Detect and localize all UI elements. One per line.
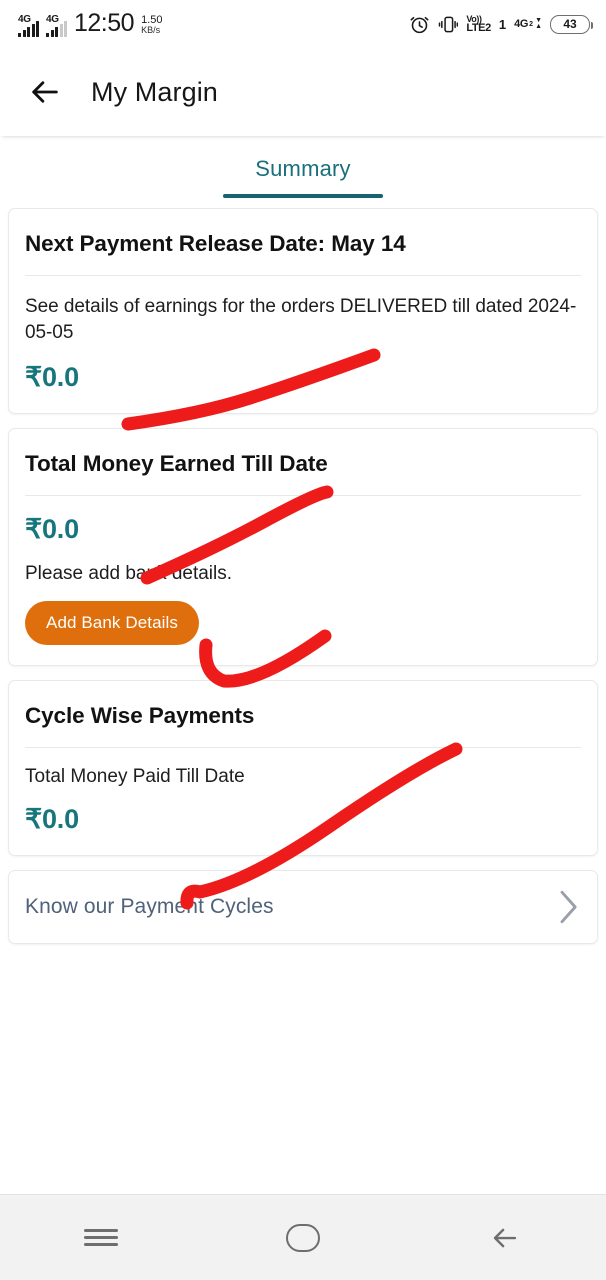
- total-paid-label: Total Money Paid Till Date: [25, 765, 245, 787]
- card-cycle-wise-payments: Cycle Wise Payments Total Money Paid Til…: [8, 679, 598, 856]
- card-body: See details of earnings for the orders D…: [25, 276, 581, 413]
- mobile-data-label: 4G: [514, 17, 529, 30]
- know-payment-cycles-label: Know our Payment Cycles: [25, 894, 274, 918]
- recents-button[interactable]: [65, 1210, 137, 1266]
- next-payment-description: See details of earnings for the orders D…: [25, 296, 577, 343]
- data-transfer-arrows-icon: ▼ ▲: [535, 17, 542, 30]
- battery-indicator: 43: [550, 14, 593, 34]
- sim1-network-label: 4G: [18, 14, 31, 25]
- status-bar: 4G 4G 12:50 1.50 KB/s Vo)) LTE2 1 4G 2 ▼…: [0, 0, 606, 48]
- tab-summary[interactable]: Summary: [223, 156, 383, 198]
- recents-icon: [84, 1225, 118, 1251]
- know-payment-cycles-row[interactable]: Know our Payment Cycles: [8, 869, 598, 944]
- network-speed-unit: KB/s: [141, 24, 161, 35]
- content-area: Summary Next Payment Release Date: May 1…: [0, 136, 606, 1194]
- total-earned-amount: ₹0.0: [25, 513, 79, 544]
- chevron-right-icon: [560, 890, 577, 923]
- add-bank-details-button[interactable]: Add Bank Details: [25, 600, 200, 645]
- app-bar: My Margin: [0, 48, 606, 136]
- volte-indicator: Vo)) LTE2: [466, 14, 491, 34]
- next-payment-amount: ₹0.0: [25, 361, 79, 392]
- phone-screen: 4G 4G 12:50 1.50 KB/s Vo)) LTE2 1 4G 2 ▼…: [0, 0, 606, 1280]
- back-arrow-icon[interactable]: [28, 75, 62, 109]
- battery-percent-label: 43: [563, 17, 577, 31]
- tab-summary-label: Summary: [255, 156, 351, 181]
- system-back-button[interactable]: [469, 1210, 541, 1266]
- card-body: ₹0.0 Please add bank details. Add Bank D…: [25, 496, 581, 665]
- vibrate-icon: [439, 16, 459, 32]
- sim-index-label: 1: [498, 16, 507, 32]
- card-title: Total Money Earned Till Date: [25, 450, 328, 476]
- signal-strength-sim2-icon: 4G: [46, 14, 67, 37]
- home-icon: [286, 1223, 320, 1252]
- card-next-payment-release: Next Payment Release Date: May 14 See de…: [8, 208, 598, 414]
- home-button[interactable]: [267, 1210, 339, 1266]
- total-paid-amount: ₹0.0: [25, 803, 79, 834]
- volte-bottom-label: LTE2: [466, 21, 491, 34]
- status-bar-right: Vo)) LTE2 1 4G 2 ▼ ▲ 43: [409, 14, 593, 35]
- card-title: Cycle Wise Payments: [25, 702, 255, 728]
- cards-container: Next Payment Release Date: May 14 See de…: [0, 208, 606, 944]
- tab-bar: Summary: [0, 136, 606, 208]
- tab-active-indicator: [223, 194, 383, 198]
- mobile-data-sub: 2: [529, 20, 534, 28]
- card-title: Next Payment Release Date: May 14: [25, 231, 406, 256]
- page-title: My Margin: [91, 76, 218, 107]
- mobile-data-indicator: 4G 2 ▼ ▲: [514, 17, 542, 30]
- bank-details-note: Please add bank details.: [25, 562, 233, 584]
- alarm-clock-icon: [410, 16, 429, 33]
- card-total-money-earned: Total Money Earned Till Date ₹0.0 Please…: [8, 427, 598, 666]
- signal-strength-sim1-icon: 4G: [18, 14, 39, 37]
- status-bar-left: 4G 4G 12:50 1.50 KB/s: [18, 11, 162, 37]
- back-arrow-icon: [493, 1228, 517, 1247]
- card-body: Total Money Paid Till Date ₹0.0: [25, 748, 581, 855]
- sim2-network-label: 4G: [46, 14, 59, 25]
- status-bar-clock: 12:50: [74, 9, 135, 37]
- system-navigation-bar: [0, 1194, 606, 1280]
- network-speed-indicator: 1.50 KB/s: [141, 14, 162, 35]
